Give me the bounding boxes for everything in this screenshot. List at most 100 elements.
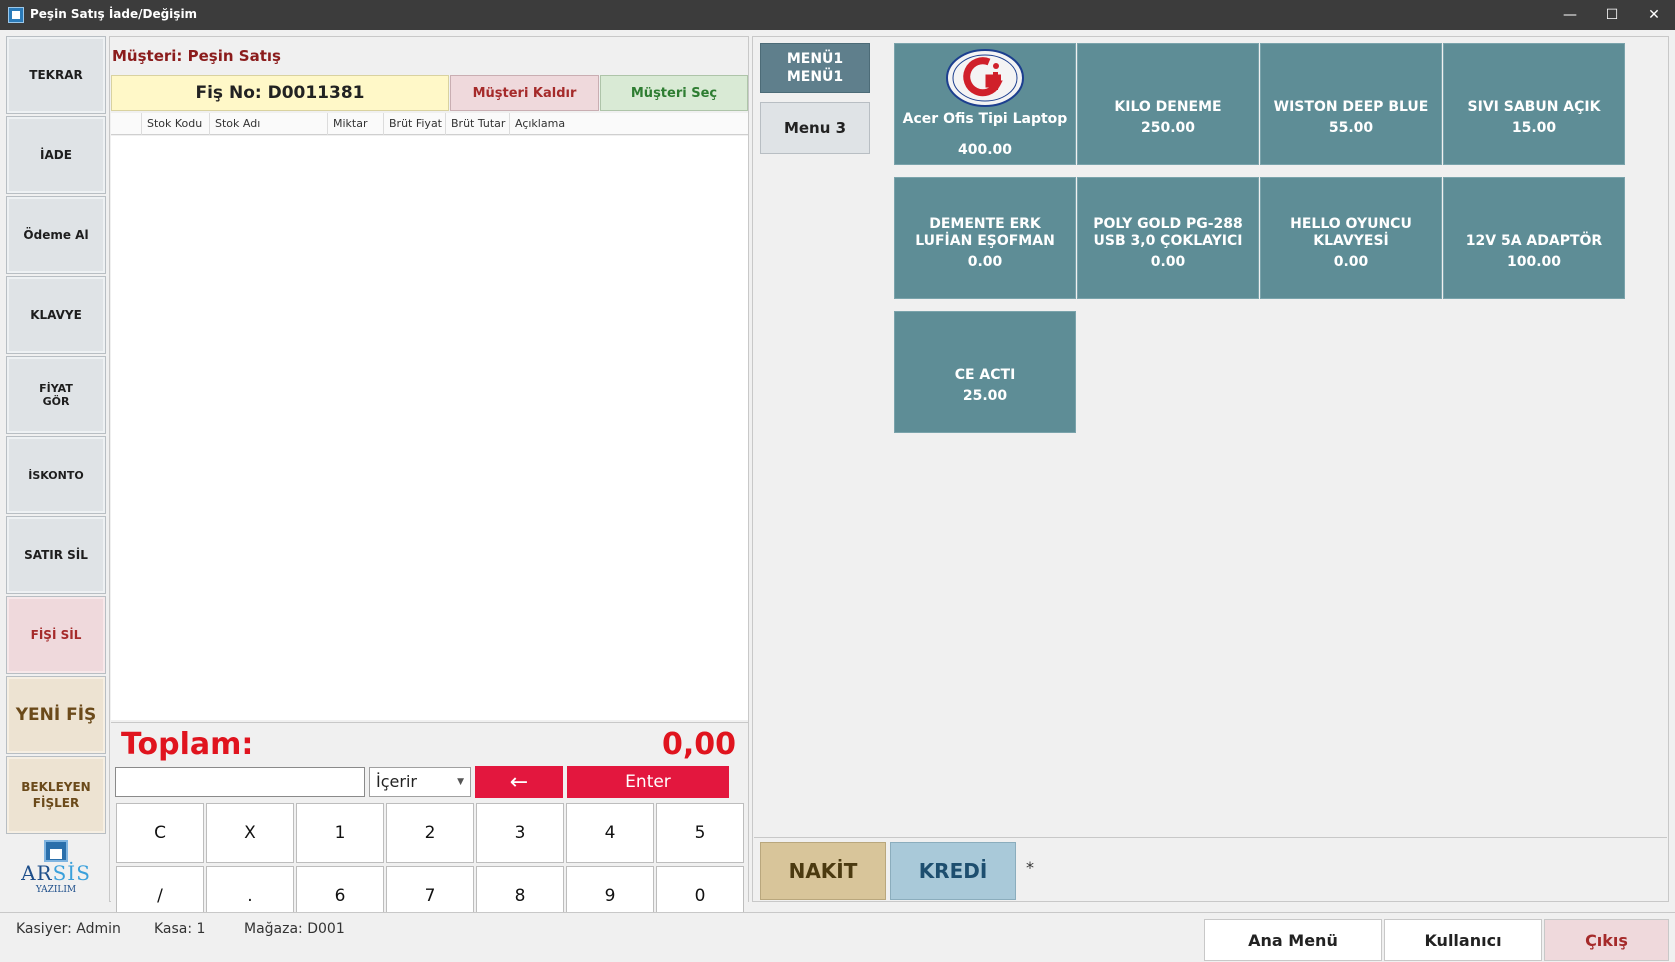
credit-payment-button[interactable]: KREDİ <box>890 842 1016 900</box>
items-grid[interactable] <box>111 136 748 720</box>
product-tile[interactable]: 12V 5A ADAPTÖR 100.00 <box>1443 177 1625 299</box>
product-name: POLY GOLD PG-288 USB 3,0 ÇOKLAYICI <box>1093 216 1243 249</box>
product-tile[interactable]: WISTON DEEP BLUE 55.00 <box>1260 43 1442 165</box>
logo-subtext: YAZILIM <box>35 885 77 895</box>
total-value: 0,00 <box>661 727 736 762</box>
product-tile[interactable]: DEMENTE ERK LUFİAN EŞOFMAN 0.00 <box>894 177 1076 299</box>
status-bar: Kasiyer: Admin Kasa: 1 Mağaza: D001 Ana … <box>0 912 1675 962</box>
product-price: 400.00 <box>957 142 1013 158</box>
customer-label: Müşteri: Peşin Satış <box>112 47 281 65</box>
product-name: DEMENTE ERK LUFİAN EŞOFMAN <box>915 216 1055 249</box>
app-icon <box>8 7 24 23</box>
product-name: Acer Ofis Tipi Laptop <box>902 110 1068 127</box>
company-logo: ARSİS YAZILIM <box>6 838 106 900</box>
keypad-3[interactable]: 3 <box>476 803 564 863</box>
keyboard-button-label: KLAVYE <box>30 307 82 322</box>
select-customer-button[interactable]: Müşteri Seç <box>600 75 748 111</box>
take-payment-button[interactable]: Ödeme Al <box>6 196 106 274</box>
product-tile[interactable]: SIVI SABUN AÇIK 15.00 <box>1443 43 1625 165</box>
keypad-2[interactable]: 2 <box>386 803 474 863</box>
maximize-button[interactable]: ☐ <box>1592 0 1632 30</box>
product-price: 25.00 <box>962 388 1008 404</box>
items-grid-header: Stok Kodu Stok Adı Miktar Brüt Fiyat Brü… <box>111 113 748 135</box>
product-price: 55.00 <box>1328 120 1374 136</box>
column-header-description[interactable]: Açıklama <box>509 113 748 135</box>
exit-button[interactable]: Çıkış <box>1544 919 1669 961</box>
product-tile[interactable]: CE ACTI 25.00 <box>894 311 1076 433</box>
logo-text: ARSİS <box>6 861 106 885</box>
product-price: 250.00 <box>1140 120 1196 136</box>
register-label: Kasa: 1 <box>154 921 206 937</box>
product-price: 0.00 <box>1150 254 1186 270</box>
sale-panel: Müşteri: Peşin Satış Fiş No: D0011381 Mü… <box>109 36 749 926</box>
payment-bar: NAKİT KREDİ * <box>754 837 1667 901</box>
new-receipt-button[interactable]: YENİ FİŞ <box>6 676 106 754</box>
product-name: 12V 5A ADAPTÖR <box>1465 233 1603 249</box>
remove-customer-button[interactable]: Müşteri Kaldır <box>450 75 599 111</box>
backspace-button[interactable]: ← <box>475 766 563 798</box>
repeat-button-label: TEKRAR <box>29 67 83 82</box>
take-payment-button-label: Ödeme Al <box>23 227 89 242</box>
keypad-1[interactable]: 1 <box>296 803 384 863</box>
column-header-stock-name[interactable]: Stok Adı <box>209 113 327 135</box>
delete-receipt-button-label: FİŞİ SİL <box>30 627 82 642</box>
keypad-5[interactable]: 5 <box>656 803 744 863</box>
total-area: Toplam: 0,00 İçerir ▼ ← Enter C X 1 2 3 … <box>111 722 748 926</box>
menu-tab-menu3[interactable]: Menu 3 <box>760 102 870 154</box>
logo-mark-icon <box>44 840 68 862</box>
column-header-gross-total[interactable]: Brüt Tutar <box>445 113 509 135</box>
pending-receipts-button-label: BEKLEYEN FİŞLER <box>21 780 91 810</box>
title-bar: Peşin Satış İade/Değişim — ☐ ✕ <box>0 0 1675 30</box>
discount-button-label: İSKONTO <box>28 468 84 482</box>
delete-line-button-label: SATIR SİL <box>24 547 88 562</box>
keypad-4[interactable]: 4 <box>566 803 654 863</box>
logo-text-b: SİS <box>52 861 91 885</box>
column-header-gross-price[interactable]: Brüt Fiyat <box>383 113 445 135</box>
filter-select-value: İçerir <box>376 772 417 791</box>
keypad-multiply[interactable]: X <box>206 803 294 863</box>
return-button-label: İADE <box>40 147 72 162</box>
repeat-button[interactable]: TEKRAR <box>6 36 106 114</box>
column-header-stock-code[interactable]: Stok Kodu <box>141 113 209 135</box>
discount-button[interactable]: İSKONTO <box>6 436 106 514</box>
receipt-number: Fiş No: D0011381 <box>111 75 449 111</box>
store-label: Mağaza: D001 <box>244 921 345 937</box>
product-price: 100.00 <box>1506 254 1562 270</box>
chevron-down-icon: ▼ <box>457 777 464 787</box>
pending-receipts-button[interactable]: BEKLEYEN FİŞLER <box>6 756 106 834</box>
menu-tab-menu1[interactable]: MENÜ1 MENÜ1 <box>760 43 870 93</box>
column-header-quantity[interactable]: Miktar <box>327 113 383 135</box>
delete-receipt-button[interactable]: FİŞİ SİL <box>6 596 106 674</box>
total-label: Toplam: <box>121 727 254 762</box>
column-header-select[interactable] <box>111 113 141 135</box>
cash-payment-button[interactable]: NAKİT <box>760 842 886 900</box>
product-price: 0.00 <box>967 254 1003 270</box>
window-title: Peşin Satış İade/Değişim <box>30 7 198 21</box>
logo-text-a: AR <box>21 861 53 885</box>
cashier-label: Kasiyer: Admin <box>16 921 121 937</box>
product-name: KILO DENEME <box>1114 99 1222 115</box>
user-button[interactable]: Kullanıcı <box>1384 919 1542 961</box>
new-receipt-button-label: YENİ FİŞ <box>15 704 97 725</box>
enter-button[interactable]: Enter <box>567 766 729 798</box>
price-check-button-label: FİYAT GÖR <box>39 382 73 408</box>
product-name: CE ACTI <box>954 367 1016 383</box>
product-tile[interactable]: POLY GOLD PG-288 USB 3,0 ÇOKLAYICI 0.00 <box>1077 177 1259 299</box>
return-button[interactable]: İADE <box>6 116 106 194</box>
product-area: MENÜ1 MENÜ1 Menu 3 Acer Ofis Tipi Laptop… <box>752 36 1669 902</box>
keypad-clear[interactable]: C <box>116 803 204 863</box>
product-name: WISTON DEEP BLUE <box>1273 99 1429 115</box>
product-tile[interactable]: Acer Ofis Tipi Laptop 400.00 <box>894 43 1076 165</box>
product-name: HELLO OYUNCU KLAVYESİ <box>1290 216 1412 249</box>
delete-line-button[interactable]: SATIR SİL <box>6 516 106 594</box>
product-tile[interactable]: HELLO OYUNCU KLAVYESİ 0.00 <box>1260 177 1442 299</box>
close-button[interactable]: ✕ <box>1634 0 1674 30</box>
main-menu-button[interactable]: Ana Menü <box>1204 919 1382 961</box>
payment-note: * <box>1026 858 1034 877</box>
minimize-button[interactable]: — <box>1550 0 1590 30</box>
filter-select[interactable]: İçerir ▼ <box>369 767 471 797</box>
keyboard-button[interactable]: KLAVYE <box>6 276 106 354</box>
product-tile[interactable]: KILO DENEME 250.00 <box>1077 43 1259 165</box>
price-check-button[interactable]: FİYAT GÖR <box>6 356 106 434</box>
search-input[interactable] <box>115 767 365 797</box>
